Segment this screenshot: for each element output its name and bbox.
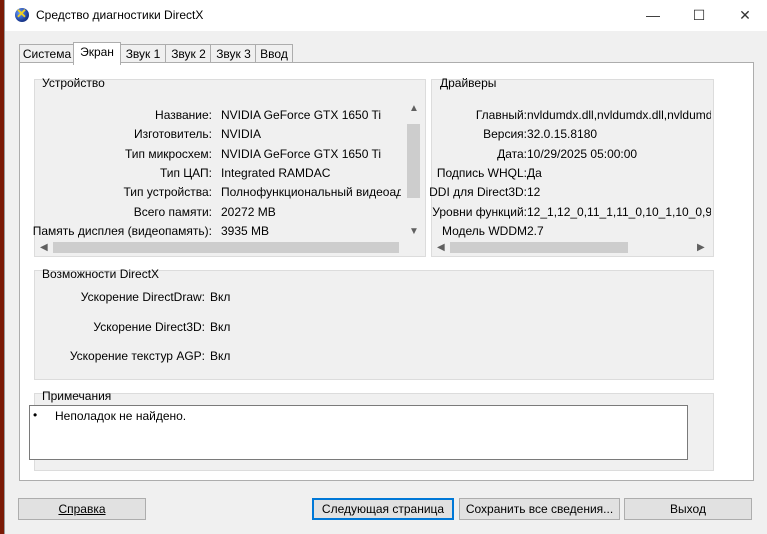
- device-vertical-scrollbar[interactable]: ▲ ▼: [405, 100, 422, 242]
- agp-accel-value: Вкл: [210, 349, 231, 363]
- dac-type-value: Integrated RAMDAC: [221, 166, 331, 180]
- notes-text: Неполадок не найдено.: [55, 409, 187, 423]
- display-memory-value: 3935 MB: [221, 224, 270, 238]
- directdraw-accel-label: Ускорение DirectDraw:: [80, 290, 205, 304]
- total-memory-value: 20272 MB: [221, 205, 276, 219]
- driver-date-value: 10/29/2025 05:00:00: [527, 147, 638, 161]
- device-vscroll-thumb[interactable]: [407, 124, 420, 198]
- scroll-up-arrow-icon[interactable]: ▲: [409, 103, 419, 115]
- directx-features-group: Возможности DirectX Ускорение DirectDraw…: [34, 267, 714, 380]
- device-name-label: Название:: [155, 108, 212, 122]
- direct3d-accel-label: Ускорение Direct3D:: [93, 320, 205, 334]
- save-all-info-button[interactable]: Сохранить все сведения...: [459, 498, 620, 520]
- device-type-value: Полнофункциональный видеоадапт: [221, 185, 401, 199]
- features-group-title: Возможности DirectX: [42, 267, 160, 281]
- dxdiag-window: Средство диагностики DirectX — ☐ ✕ Систе…: [4, 0, 767, 534]
- device-group-title: Устройство: [42, 76, 105, 90]
- exit-button[interactable]: Выход: [624, 498, 752, 520]
- feature-levels-label: Уровни функций:: [432, 205, 527, 219]
- tab-sound-2[interactable]: Звук 2: [165, 44, 212, 64]
- close-button[interactable]: ✕: [722, 0, 767, 31]
- manufacturer-label: Изготовитель:: [134, 127, 212, 141]
- tab-system[interactable]: Система: [19, 44, 75, 64]
- directdraw-accel-value: Вкл: [210, 290, 231, 304]
- direct3d-accel-value: Вкл: [210, 320, 231, 334]
- device-horizontal-scrollbar[interactable]: ◀: [37, 240, 405, 255]
- whql-label: Подпись WHQL:: [436, 166, 527, 180]
- whql-value: Да: [527, 166, 542, 180]
- total-memory-label: Всего памяти:: [133, 205, 212, 219]
- device-hscroll-thumb[interactable]: [53, 242, 399, 253]
- main-driver-label: Главный:: [475, 108, 527, 122]
- drivers-horizontal-scrollbar[interactable]: ◀ ▶: [434, 240, 710, 255]
- d3d-ddi-value: 12: [527, 185, 541, 199]
- wddm-model-value: 2.7: [527, 224, 544, 238]
- device-type-label: Тип устройства:: [123, 185, 213, 199]
- main-driver-value: nvldumdx.dll,nvldumdx.dll,nvldumdx.d: [527, 108, 711, 122]
- drivers-hscroll-thumb[interactable]: [450, 242, 628, 253]
- scroll-down-arrow-icon[interactable]: ▼: [409, 226, 419, 238]
- drivers-group: Драйверы Главный: nvldumdx.dll,nvldumdx.…: [429, 76, 714, 257]
- tab-sound-3[interactable]: Звук 3: [210, 44, 257, 64]
- driver-version-value: 32.0.15.8180: [527, 127, 598, 141]
- agp-accel-label: Ускорение текстур AGP:: [69, 349, 205, 363]
- scroll-left-arrow-icon[interactable]: ◀: [437, 242, 445, 254]
- device-group: Устройство Название: NVIDIA GeForce GTX …: [32, 76, 426, 257]
- tab-input[interactable]: Ввод: [255, 44, 293, 64]
- driver-version-label: Версия:: [483, 127, 527, 141]
- manufacturer-value: NVIDIA: [221, 127, 262, 141]
- maximize-button[interactable]: ☐: [676, 0, 722, 31]
- notes-group-title: Примечания: [42, 389, 112, 403]
- device-name-value: NVIDIA GeForce GTX 1650 Ti: [221, 108, 382, 122]
- notes-bullet: •: [33, 408, 38, 422]
- chip-type-label: Тип микросхем:: [124, 147, 212, 161]
- tab-sound-1[interactable]: Звук 1: [119, 44, 167, 64]
- help-button[interactable]: Справка: [18, 498, 146, 520]
- wddm-model-label: Модель WDDM: [441, 224, 527, 238]
- scroll-right-arrow-icon[interactable]: ▶: [697, 242, 705, 254]
- d3d-ddi-label: DDI для Direct3D:: [429, 185, 527, 199]
- minimize-button[interactable]: —: [630, 0, 676, 31]
- display-memory-label: Память дисплея (видеопамять):: [32, 224, 212, 238]
- driver-date-label: Дата:: [497, 147, 527, 161]
- scroll-left-arrow-icon[interactable]: ◀: [40, 242, 48, 254]
- drivers-group-title: Драйверы: [440, 76, 497, 90]
- title-bar: Средство диагностики DirectX — ☐ ✕: [5, 0, 767, 31]
- notes-text-area[interactable]: • Неполадок не найдено.: [29, 405, 688, 460]
- next-page-button[interactable]: Следующая страница: [312, 498, 454, 520]
- feature-levels-value: 12_1,12_0,11_1,11_0,10_1,10_0,9_3: [527, 205, 711, 219]
- chip-type-value: NVIDIA GeForce GTX 1650 Ti: [221, 147, 382, 161]
- dac-type-label: Тип ЦАП:: [159, 166, 212, 180]
- directx-icon: [15, 6, 29, 22]
- window-title: Средство диагностики DirectX: [36, 8, 204, 22]
- help-button-label: Справка: [58, 502, 106, 516]
- tab-display[interactable]: Экран: [73, 42, 121, 65]
